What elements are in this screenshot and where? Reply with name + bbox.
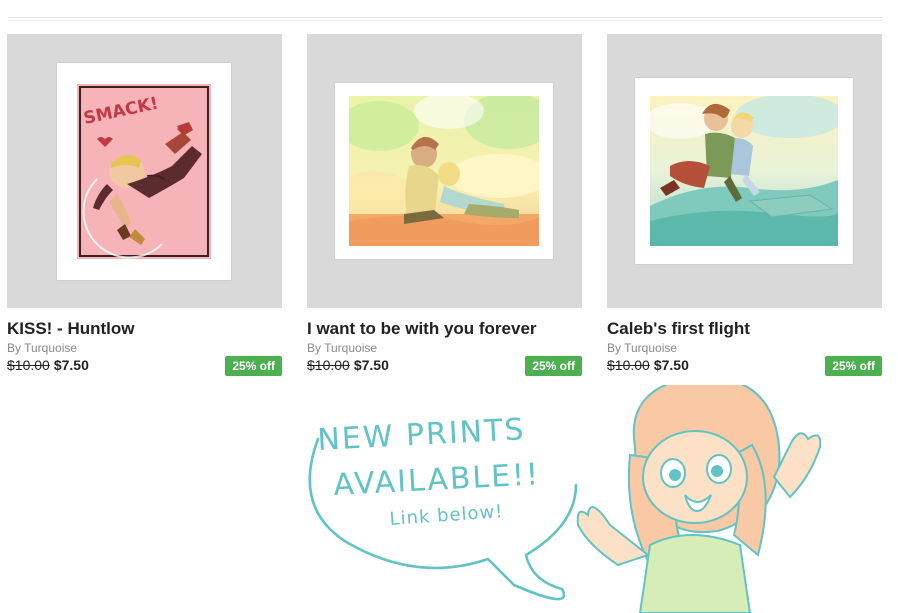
print-mat: SMACK! xyxy=(57,63,231,280)
price-row: $10.00 $7.50 25% off xyxy=(7,356,282,377)
original-price: $10.00 xyxy=(7,357,50,373)
product-title[interactable]: I want to be with you forever xyxy=(307,319,582,339)
print-artwork-forever xyxy=(349,96,539,246)
price-row: $10.00 $7.50 25% off xyxy=(607,356,882,377)
product-title[interactable]: Caleb's first flight xyxy=(607,319,882,339)
original-price: $10.00 xyxy=(607,357,650,373)
product-thumbnail[interactable] xyxy=(607,34,882,308)
product-card[interactable]: SMACK! KISS! - Huntlow By Turquoise $10.… xyxy=(7,34,282,377)
discount-badge: 25% off xyxy=(825,356,882,376)
sale-price: $7.50 xyxy=(353,357,389,373)
top-divider xyxy=(8,17,882,18)
discount-badge: 25% off xyxy=(525,356,582,376)
product-card[interactable]: I want to be with you forever By Turquoi… xyxy=(307,34,582,377)
price-row: $10.00 $7.50 25% off xyxy=(307,356,582,377)
product-card[interactable]: Caleb's first flight By Turquoise $10.00… xyxy=(607,34,882,377)
mascot-character xyxy=(576,385,822,613)
promo-line-2: AVAILABLE!! xyxy=(333,457,541,503)
promo-line-3: Link below! xyxy=(389,501,504,530)
sale-price: $7.50 xyxy=(53,357,89,373)
top-divider-secondary xyxy=(8,20,882,21)
product-author: By Turquoise xyxy=(307,341,378,355)
promo-line-1: NEW PRINTS xyxy=(317,412,527,458)
product-thumbnail[interactable] xyxy=(307,34,582,308)
product-title[interactable]: KISS! - Huntlow xyxy=(7,319,282,339)
print-mat xyxy=(335,83,553,259)
product-thumbnail[interactable]: SMACK! xyxy=(7,34,282,308)
original-price: $10.00 xyxy=(307,357,350,373)
sale-price: $7.50 xyxy=(653,357,689,373)
product-author: By Turquoise xyxy=(607,341,678,355)
promo-illustration: NEW PRINTS AVAILABLE!! Link below! xyxy=(308,385,822,613)
product-author: By Turquoise xyxy=(7,341,78,355)
print-artwork-kiss: SMACK! xyxy=(77,84,211,259)
print-mat xyxy=(635,78,853,264)
print-artwork-flight xyxy=(650,96,838,246)
discount-badge: 25% off xyxy=(225,356,282,376)
